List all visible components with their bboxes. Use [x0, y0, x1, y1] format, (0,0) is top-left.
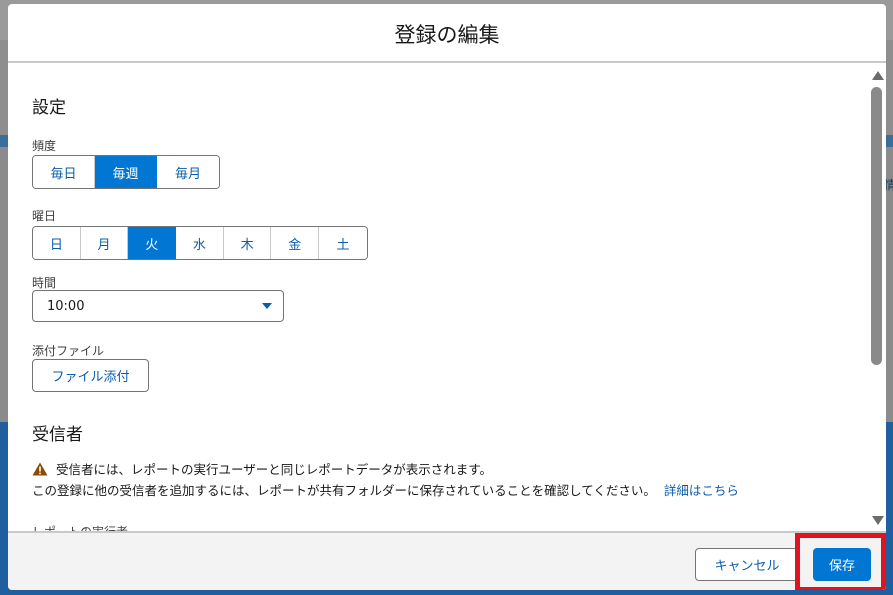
warning-text: 受信者には、レポートの実行ユーザーと同じレポートデータが表示されます。 [56, 462, 493, 477]
frequency-daily-button[interactable]: 毎日 [33, 156, 95, 188]
warning-icon [32, 462, 48, 475]
edit-subscription-modal: 登録の編集 設定 頻度 毎日 毎週 毎月 曜日 日 月 火 水 木 金 土 時間… [8, 4, 886, 590]
attachment-label: 添付ファイル [32, 344, 105, 358]
scroll-down-icon[interactable] [872, 516, 884, 525]
attach-file-button[interactable]: ファイル添付 [32, 359, 149, 392]
weekday-sun-button[interactable]: 日 [33, 227, 81, 259]
chevron-down-icon [262, 303, 272, 309]
time-select[interactable]: 10:00 [32, 290, 284, 322]
report-runner-label: レポートの実行者 [32, 523, 128, 531]
time-select-value: 10:00 [47, 298, 85, 314]
weekday-button-group: 日 月 火 水 木 金 土 [32, 226, 368, 260]
time-label: 時間 [32, 276, 57, 290]
modal-header: 登録の編集 [8, 4, 886, 63]
cancel-button[interactable]: キャンセル [695, 548, 799, 581]
scrollbar-thumb[interactable] [871, 87, 882, 365]
recipients-warning: 受信者には、レポートの実行ユーザーと同じレポートデータが表示されます。 [32, 459, 492, 478]
weekday-tue-button[interactable]: 火 [128, 227, 177, 259]
details-link[interactable]: 詳細はこちら [664, 483, 739, 498]
frequency-button-group: 毎日 毎週 毎月 [32, 155, 220, 189]
weekday-mon-button[interactable]: 月 [80, 227, 129, 259]
info-text: この登録に他の受信者を追加するには、レポートが共有フォルダーに保存されていること… [32, 483, 656, 498]
frequency-label: 頻度 [32, 139, 57, 153]
frequency-monthly-button[interactable]: 毎月 [157, 156, 219, 188]
modal-body: 設定 頻度 毎日 毎週 毎月 曜日 日 月 火 水 木 金 土 時間 10:00… [8, 65, 886, 531]
scroll-up-icon[interactable] [872, 71, 884, 80]
weekday-fri-button[interactable]: 金 [271, 227, 320, 259]
settings-section-title: 設定 [32, 98, 66, 118]
recipients-info: この登録に他の受信者を追加するには、レポートが共有フォルダーに保存されていること… [32, 480, 739, 499]
modal-footer: キャンセル 保存 [8, 531, 886, 590]
recipients-section-title: 受信者 [32, 425, 83, 445]
weekday-thu-button[interactable]: 木 [223, 227, 272, 259]
modal-title: 登録の編集 [394, 22, 500, 47]
weekday-sat-button[interactable]: 土 [319, 227, 367, 259]
save-button[interactable]: 保存 [813, 548, 871, 581]
weekday-label: 曜日 [32, 209, 57, 223]
weekday-wed-button[interactable]: 水 [176, 227, 224, 259]
modal-scrollbar[interactable] [868, 65, 886, 531]
frequency-weekly-button[interactable]: 毎週 [95, 156, 157, 188]
